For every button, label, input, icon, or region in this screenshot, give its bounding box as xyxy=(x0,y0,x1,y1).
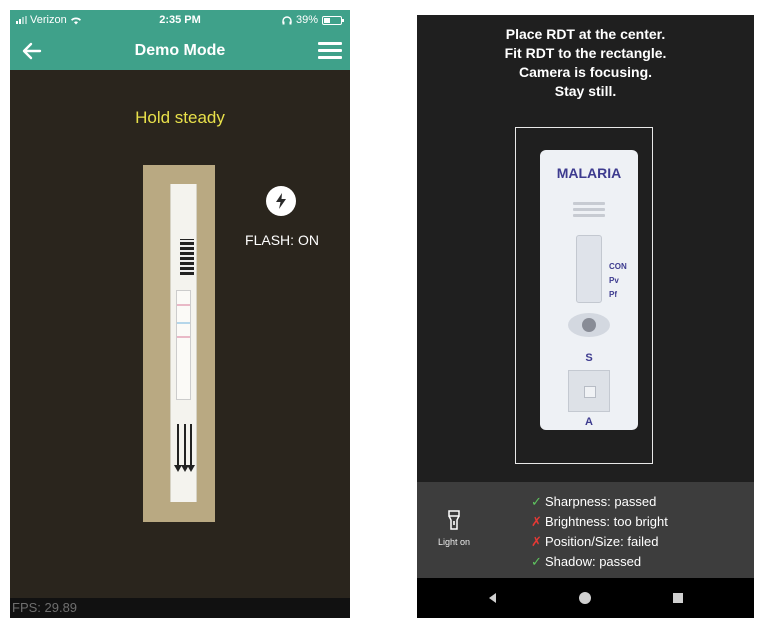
check-sharpness: ✓ Sharpness: passed xyxy=(531,492,668,512)
sample-well xyxy=(568,313,610,337)
strip-line xyxy=(177,304,190,306)
con-line-label: CON xyxy=(609,262,627,271)
flash-toggle-button[interactable] xyxy=(266,186,296,216)
qr-code-icon xyxy=(180,239,194,275)
down-arrow-icon xyxy=(174,424,182,472)
instruction-line: Camera is focusing. xyxy=(518,64,653,80)
result-window xyxy=(576,235,602,303)
menu-button[interactable] xyxy=(318,39,342,61)
hold-steady-hint: Hold steady xyxy=(135,108,225,127)
down-arrow-icon xyxy=(181,424,189,472)
instruction-line: Stay still. xyxy=(554,83,617,99)
strip-line xyxy=(177,322,190,324)
app-header: Demo Mode xyxy=(10,32,350,70)
strip-line xyxy=(177,336,190,338)
back-triangle-icon xyxy=(489,593,496,603)
right-phone-screen: Place RDT at the center. Fit RDT to the … xyxy=(417,15,754,618)
instruction-line: Fit RDT to the rectangle. xyxy=(504,45,667,61)
hamburger-menu-icon xyxy=(318,42,342,45)
check-position-size: ✗ Position/Size: failed xyxy=(531,532,668,552)
fps-bar: FPS: 29.89 xyxy=(10,598,350,618)
sample-well-label: S xyxy=(585,352,593,364)
quality-check-panel: Light on ✓ Sharpness: passed ✗ Brightness:… xyxy=(417,482,754,578)
check-brightness: ✗ Brightness: too bright xyxy=(531,512,668,532)
nav-back-button[interactable] xyxy=(485,590,501,606)
pf-line-label: Pf xyxy=(609,290,617,299)
nav-recents-button[interactable] xyxy=(670,590,686,606)
lightning-bolt-icon xyxy=(276,193,286,209)
flashlight-icon xyxy=(448,510,460,530)
buffer-well xyxy=(568,370,610,412)
buffer-well-label: A xyxy=(585,416,593,428)
camera-instructions: Place RDT at the center. Fit RDT to the … xyxy=(417,25,754,101)
battery-icon xyxy=(322,15,344,25)
test-strip-window xyxy=(176,290,191,400)
check-fail-icon: ✗ xyxy=(531,514,542,529)
down-arrow-icon xyxy=(187,424,195,472)
quality-check-list: ✓ Sharpness: passed ✗ Brightness: too brig… xyxy=(531,492,668,572)
status-right: 39% xyxy=(282,14,344,26)
cassette-grip xyxy=(573,202,605,205)
check-pass-icon: ✓ xyxy=(531,494,542,509)
pv-line-label: Pv xyxy=(609,276,619,285)
home-circle-icon xyxy=(579,592,591,604)
rdt-brand-label: MALARIA xyxy=(556,165,622,181)
page-title: Demo Mode xyxy=(134,42,226,59)
status-bar: Verizon 2:35 PM 39% xyxy=(10,10,350,32)
check-shadow: ✓ Shadow: passed xyxy=(531,552,668,572)
light-toggle-label: Light on xyxy=(437,537,471,547)
light-toggle-button[interactable]: Light on xyxy=(427,510,481,554)
android-navigation-bar xyxy=(417,578,754,618)
test-strip xyxy=(170,184,197,502)
recents-square-icon xyxy=(673,593,683,603)
nav-home-button[interactable] xyxy=(577,590,593,606)
flash-status-label: FLASH: ON xyxy=(245,232,319,248)
cassette-grip xyxy=(573,208,605,211)
check-fail-icon: ✗ xyxy=(531,534,542,549)
fps-counter: FPS: 29.89 xyxy=(12,600,78,615)
battery-percent: 39% xyxy=(295,14,318,26)
instruction-line: Place RDT at the center. xyxy=(505,26,666,42)
left-phone-screen: Verizon 2:35 PM 39% Demo Mode Hold stead… xyxy=(10,10,350,618)
rdt-cassette: MALARIA CON Pv Pf S A xyxy=(540,150,638,430)
headphones-icon xyxy=(282,15,292,24)
cassette-grip xyxy=(573,214,605,217)
check-pass-icon: ✓ xyxy=(531,554,542,569)
